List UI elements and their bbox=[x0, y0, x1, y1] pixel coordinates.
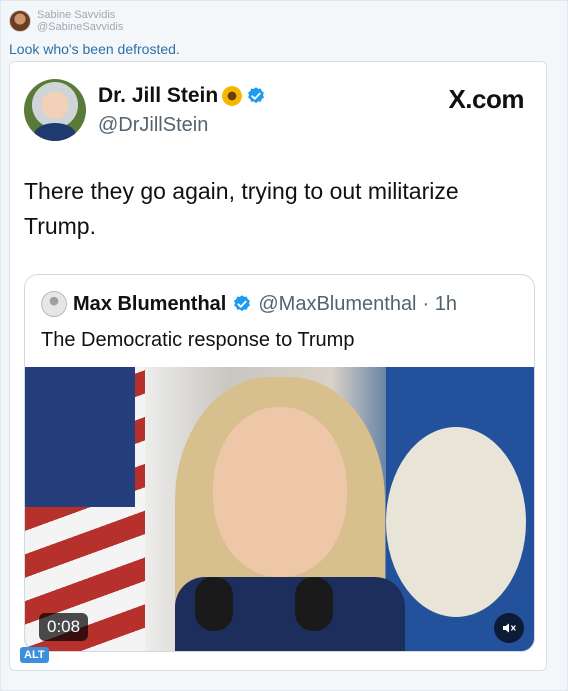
max-blumenthal-avatar bbox=[41, 291, 67, 317]
tweet-text: There they go again, trying to out milit… bbox=[24, 178, 459, 239]
jill-stein-avatar bbox=[24, 79, 86, 141]
video-thumbnail: 0:08 bbox=[25, 367, 534, 651]
video-duration: 0:08 bbox=[39, 613, 89, 641]
tweet-author-handle: @DrJillStein bbox=[98, 114, 209, 136]
author-avatar[interactable] bbox=[9, 10, 31, 32]
tweet-author-row: Dr. Jill Stein bbox=[98, 84, 266, 108]
speaker-face bbox=[213, 407, 347, 577]
post-container: Sabine Savvidis @SabineSavvidis Look who… bbox=[0, 0, 568, 691]
embedded-image[interactable]: Dr. Jill Stein @DrJillStein X.com There … bbox=[9, 61, 547, 671]
speaker-muted-icon bbox=[494, 613, 524, 643]
quoted-author-handle: @MaxBlumenthal bbox=[258, 292, 417, 315]
quoted-tweet: Max Blumenthal @MaxBlumenthal · 1h The D… bbox=[24, 274, 535, 652]
quoted-tweet-header: Max Blumenthal @MaxBlumenthal · 1h bbox=[41, 291, 457, 317]
microphone bbox=[295, 577, 333, 631]
tweet-author-name: Dr. Jill Stein bbox=[98, 84, 219, 107]
flag-canton bbox=[25, 367, 135, 507]
state-seal bbox=[386, 427, 526, 617]
verified-badge-icon bbox=[248, 87, 265, 104]
author-handle[interactable]: @SabineSavvidis bbox=[37, 21, 123, 33]
verified-badge-icon bbox=[234, 295, 251, 312]
sunflower-icon bbox=[222, 86, 243, 106]
alt-text-button[interactable]: ALT bbox=[20, 647, 49, 663]
author-names: Sabine Savvidis @SabineSavvidis bbox=[37, 9, 123, 33]
microphone bbox=[195, 577, 233, 631]
quoted-author-name: Max Blumenthal bbox=[73, 292, 227, 315]
author-display-name[interactable]: Sabine Savvidis bbox=[37, 9, 123, 21]
tweet-screenshot: Dr. Jill Stein @DrJillStein X.com There … bbox=[10, 62, 546, 670]
site-label: X.com bbox=[448, 84, 524, 114]
post-text: Look who's been defrosted. bbox=[9, 41, 180, 57]
quoted-tweet-text: The Democratic response to Trump bbox=[41, 329, 355, 351]
post-author[interactable]: Sabine Savvidis @SabineSavvidis bbox=[9, 6, 123, 36]
speaker-muted-icon bbox=[503, 623, 516, 633]
quoted-timestamp: · 1h bbox=[422, 292, 457, 315]
